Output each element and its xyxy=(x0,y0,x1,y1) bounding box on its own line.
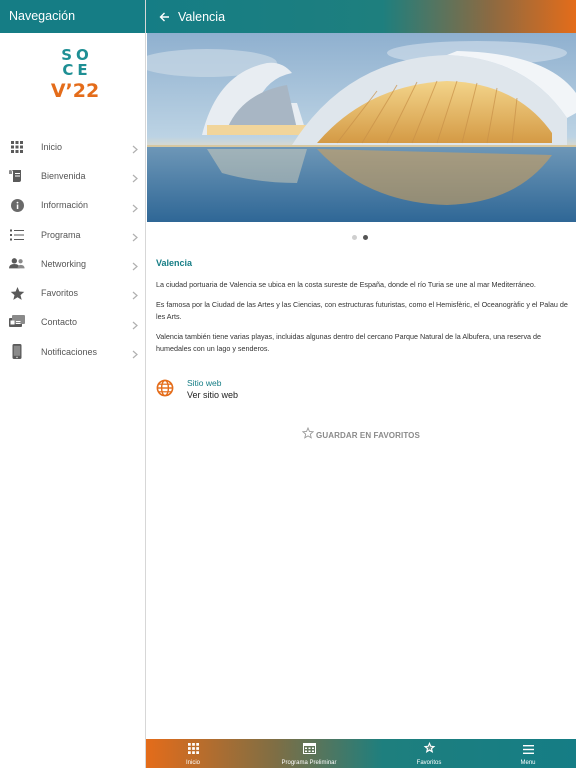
sidebar-item-informacion[interactable]: Información xyxy=(0,191,146,220)
back-arrow-icon xyxy=(159,12,169,21)
sidebar-item-label: Programa xyxy=(41,229,81,240)
star-icon xyxy=(423,741,436,759)
content-title: Valencia xyxy=(156,258,193,268)
description-paragraph: Valencia también tiene varias playas, in… xyxy=(156,332,542,353)
star-icon xyxy=(9,285,25,301)
sidebar-nav: Inicio Bienvenida Información Programa N… xyxy=(0,132,146,366)
tab-menu[interactable]: Menu xyxy=(513,739,543,768)
chevron-right-icon xyxy=(132,317,138,335)
chevron-right-icon xyxy=(132,287,138,305)
sidebar-item-bienvenida[interactable]: Bienvenida xyxy=(0,161,146,190)
page-title: Valencia xyxy=(178,9,226,24)
people-icon xyxy=(9,256,25,272)
list-icon xyxy=(9,227,25,243)
soce-logo: SO CE V’22 xyxy=(50,46,100,103)
sidebar-item-label: Bienvenida xyxy=(41,170,86,181)
carousel-dot-active[interactable] xyxy=(363,235,368,240)
sidebar-item-label: Notificaciones xyxy=(41,346,98,357)
navigation-sidebar: Navegación SO CE V’22 Inicio Bienvenida … xyxy=(0,0,146,768)
chevron-right-icon xyxy=(132,200,138,218)
tab-programa-preliminar[interactable]: Programa Preliminar xyxy=(276,739,342,768)
tab-label: Programa Preliminar xyxy=(281,760,337,766)
sidebar-title: Navegación xyxy=(0,0,145,33)
scroll-icon xyxy=(9,168,25,184)
tab-label: Inicio xyxy=(185,760,200,766)
tab-favoritos[interactable]: Favoritos xyxy=(411,739,447,768)
grid-icon xyxy=(9,139,25,155)
hamburger-icon xyxy=(522,741,534,759)
star-outline-icon xyxy=(301,426,315,444)
save-favorite-button[interactable]: GUARDAR EN FAVORITOS xyxy=(301,426,420,444)
description-paragraph: La ciudad portuaria de Valencia se ubica… xyxy=(156,280,536,289)
sidebar-item-label: Favoritos xyxy=(41,288,79,299)
bottom-tab-bar: Inicio Programa Preliminar Favoritos Men… xyxy=(146,739,576,768)
chevron-right-icon xyxy=(132,258,138,276)
hero-image[interactable] xyxy=(147,33,576,222)
chevron-right-icon xyxy=(132,346,138,364)
globe-icon xyxy=(156,378,174,402)
back-button[interactable] xyxy=(152,0,176,33)
phone-icon xyxy=(9,344,25,360)
description-paragraph: Es famosa por la Ciudad de las Artes y l… xyxy=(156,300,568,321)
website-link-row[interactable]: Sitio web Ver sitio web xyxy=(156,378,238,402)
sidebar-item-inicio[interactable]: Inicio xyxy=(0,132,146,161)
info-icon xyxy=(9,197,25,213)
sidebar-item-notificaciones[interactable]: Notificaciones xyxy=(0,337,146,366)
website-label: Sitio web xyxy=(187,378,222,388)
sidebar-item-contacto[interactable]: Contacto xyxy=(0,308,146,337)
save-favorite-label: GUARDAR EN FAVORITOS xyxy=(316,430,420,440)
carousel-dot[interactable] xyxy=(352,235,357,240)
tab-label: Favoritos xyxy=(416,760,442,766)
contact-card-icon xyxy=(9,314,25,330)
tab-inicio[interactable]: Inicio xyxy=(179,739,207,768)
sidebar-item-favoritos[interactable]: Favoritos xyxy=(0,278,146,307)
carousel-indicator xyxy=(352,235,368,240)
sidebar-item-label: Networking xyxy=(41,258,87,269)
chevron-right-icon xyxy=(132,229,138,247)
sidebar-item-label: Inicio xyxy=(41,141,63,152)
chevron-right-icon xyxy=(132,170,138,188)
chevron-right-icon xyxy=(132,141,138,159)
website-link[interactable]: Ver sitio web xyxy=(187,389,238,401)
detail-content: Valencia La ciudad portuaria de Valencia… xyxy=(156,258,568,363)
grid-icon xyxy=(187,741,199,759)
sidebar-item-networking[interactable]: Networking xyxy=(0,249,146,278)
sidebar-item-programa[interactable]: Programa xyxy=(0,220,146,249)
sidebar-item-label: Contacto xyxy=(41,317,78,328)
tab-label: Menu xyxy=(520,760,536,766)
sidebar-item-label: Información xyxy=(41,200,89,211)
header-bar: Valencia xyxy=(146,0,576,33)
calendar-icon xyxy=(302,741,316,759)
